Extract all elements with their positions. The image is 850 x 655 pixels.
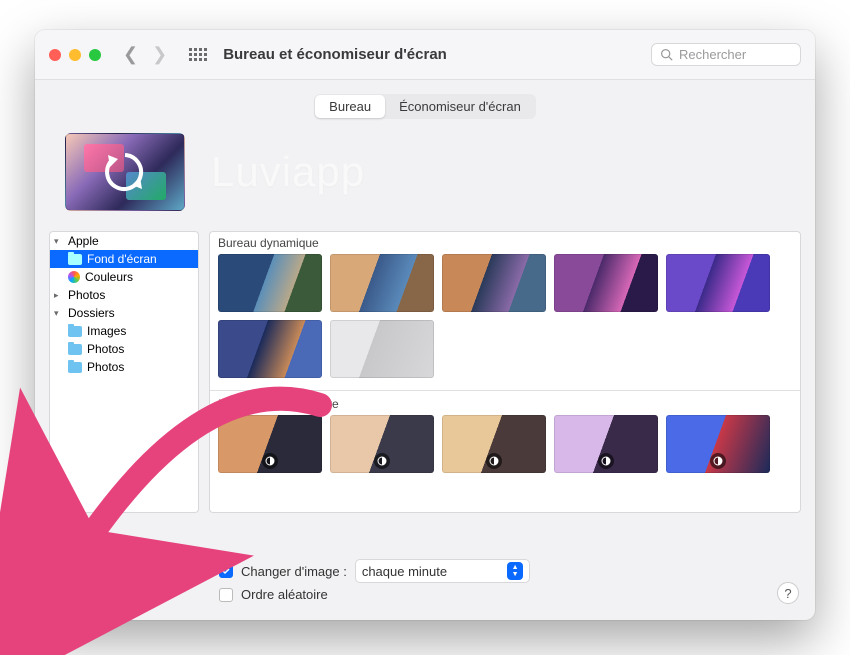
folder-icon [68, 254, 82, 265]
wallpaper-thumb[interactable] [666, 254, 770, 312]
chevron-down-icon: ▾ [54, 236, 63, 247]
wallpaper-thumb[interactable] [218, 320, 322, 378]
color-wheel-icon [68, 271, 80, 283]
sidebar-item-label: Photos [87, 360, 124, 374]
sidebar-group-apple[interactable]: ▾ Apple [50, 232, 198, 250]
minimize-button[interactable] [69, 49, 81, 61]
search-placeholder: Rechercher [679, 47, 746, 62]
preview-area: Luviapp [35, 129, 815, 231]
wallpaper-gallery: Bureau dynamique Bureau clair et sombre [209, 231, 801, 513]
remove-folder-button[interactable]: − [76, 581, 102, 601]
tab-desktop[interactable]: Bureau [315, 95, 385, 118]
nav-arrows: ❮ ❯ [123, 44, 167, 65]
section-title-dynamic: Bureau dynamique [210, 232, 800, 252]
change-image-checkbox[interactable] [219, 564, 233, 578]
wallpaper-thumb[interactable] [218, 415, 322, 473]
window-controls [49, 49, 101, 61]
sidebar-group-label: Dossiers [68, 306, 115, 320]
sidebar-group-folders[interactable]: ▾ Dossiers [50, 304, 198, 322]
interval-value: chaque minute [362, 564, 447, 579]
wallpaper-thumb[interactable] [330, 254, 434, 312]
wallpaper-thumb[interactable] [218, 254, 322, 312]
wallpaper-thumb[interactable] [554, 415, 658, 473]
interval-select[interactable]: chaque minute ▲▼ [355, 559, 530, 583]
dynamic-row [210, 252, 800, 388]
lightdark-row [210, 413, 800, 483]
section-title-lightdark: Bureau clair et sombre [210, 393, 800, 413]
search-icon [660, 48, 673, 61]
tab-switcher: Bureau Économiseur d'écran [314, 94, 536, 119]
stepper-arrows-icon: ▲▼ [507, 562, 523, 580]
sidebar-group-photos[interactable]: ▸ Photos [50, 286, 198, 304]
sidebar-item-folder[interactable]: Photos [50, 358, 198, 376]
sidebar-item-label: Photos [87, 342, 124, 356]
change-image-label: Changer d'image : [241, 564, 347, 579]
close-button[interactable] [49, 49, 61, 61]
cycle-icon [100, 147, 150, 197]
wallpaper-thumb[interactable] [666, 415, 770, 473]
sidebar-group-label: Photos [68, 288, 105, 302]
wallpaper-thumb[interactable] [442, 254, 546, 312]
random-order-checkbox[interactable] [219, 588, 233, 602]
sidebar-item-folder[interactable]: Images [50, 322, 198, 340]
toolbar: ❮ ❯ Bureau et économiseur d'écran Recher… [35, 30, 815, 80]
wallpaper-thumb[interactable] [554, 254, 658, 312]
chevron-down-icon: ▾ [54, 308, 63, 319]
sidebar-group-label: Apple [68, 234, 99, 248]
chevron-right-icon: ▸ [54, 290, 63, 301]
sidebar-item-label: Images [87, 324, 126, 338]
folder-icon [68, 362, 82, 373]
sidebar-item-wallpaper[interactable]: Fond d'écran [50, 250, 198, 268]
add-folder-button[interactable]: + [50, 581, 76, 601]
check-icon [221, 566, 231, 576]
help-button[interactable]: ? [777, 582, 799, 604]
light-dark-badge-icon [486, 453, 502, 469]
random-order-label: Ordre aléatoire [241, 587, 328, 602]
sidebar-item-label: Couleurs [85, 270, 133, 284]
light-dark-badge-icon [710, 453, 726, 469]
sidebar-item-label: Fond d'écran [87, 252, 157, 266]
window-title: Bureau et économiseur d'écran [223, 46, 447, 63]
wallpaper-thumb[interactable] [442, 415, 546, 473]
back-button[interactable]: ❮ [123, 44, 138, 65]
watermark: Luviapp [211, 148, 365, 196]
forward-button[interactable]: ❯ [152, 44, 167, 65]
search-input[interactable]: Rechercher [651, 43, 801, 66]
sidebar-item-folder[interactable]: Photos [50, 340, 198, 358]
options-panel: Changer d'image : chaque minute ▲▼ Ordre… [219, 559, 530, 606]
add-remove-controls: + − [49, 580, 103, 602]
maximize-button[interactable] [89, 49, 101, 61]
current-wallpaper-preview [65, 133, 185, 211]
sidebar-item-colors[interactable]: Couleurs [50, 268, 198, 286]
wallpaper-thumb[interactable] [330, 320, 434, 378]
light-dark-badge-icon [598, 453, 614, 469]
folder-icon [68, 326, 82, 337]
light-dark-badge-icon [262, 453, 278, 469]
wallpaper-thumb[interactable] [330, 415, 434, 473]
tab-screensaver[interactable]: Économiseur d'écran [385, 95, 535, 118]
source-sidebar: ▾ Apple Fond d'écran Couleurs ▸ Photos ▾… [49, 231, 199, 513]
preferences-window: ❮ ❯ Bureau et économiseur d'écran Recher… [35, 30, 815, 620]
show-all-icon[interactable] [189, 48, 207, 61]
folder-icon [68, 344, 82, 355]
light-dark-badge-icon [374, 453, 390, 469]
